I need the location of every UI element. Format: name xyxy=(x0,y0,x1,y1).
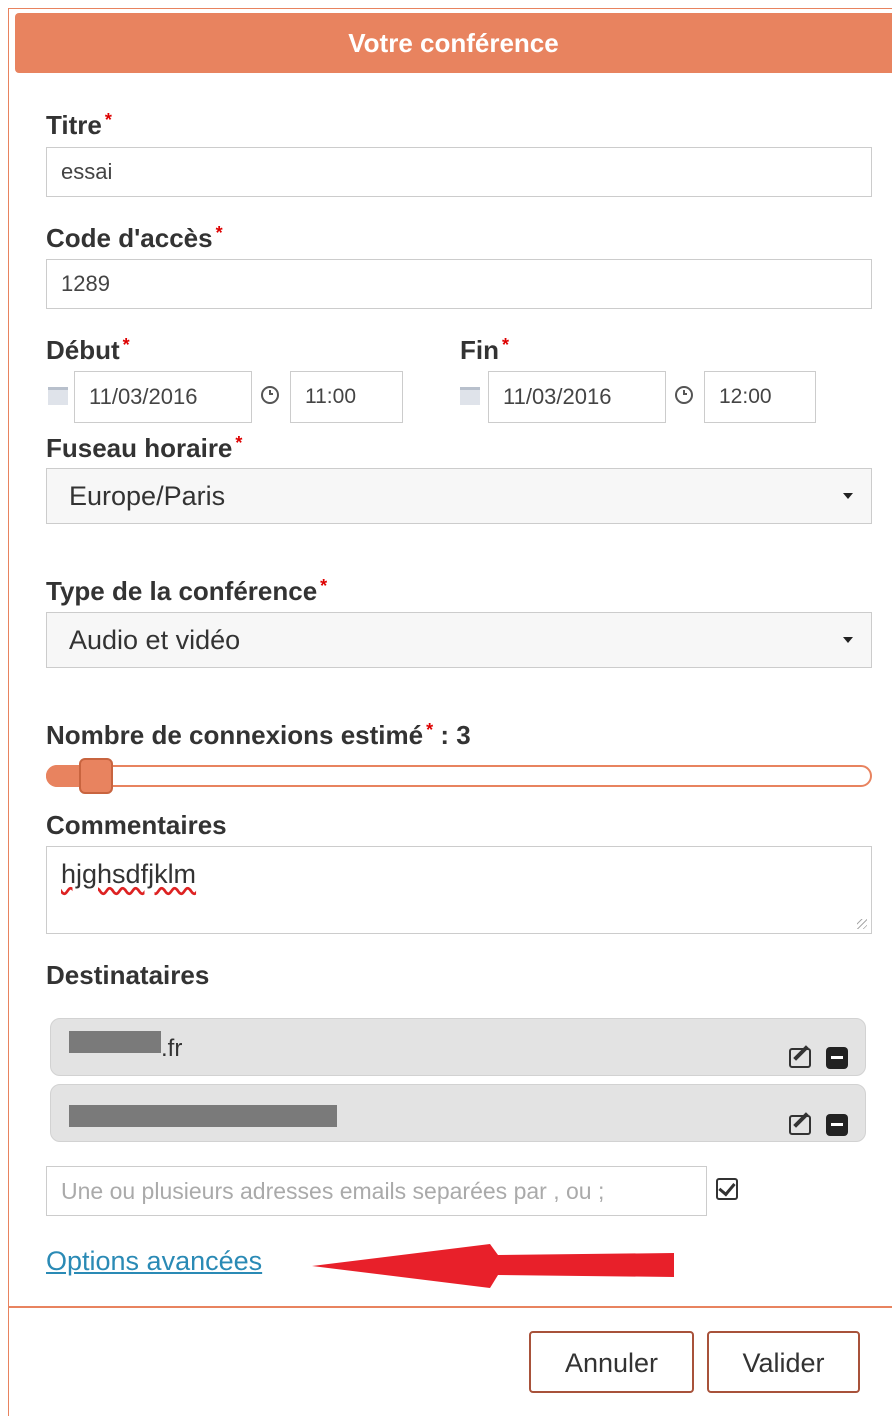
email-placeholder: Une ou plusieurs adresses emails separée… xyxy=(61,1177,605,1204)
check-square-icon[interactable] xyxy=(716,1178,738,1200)
fuseau-select[interactable]: Europe/Paris xyxy=(46,468,872,524)
commentaires-textarea[interactable]: hjghsdfjklm xyxy=(46,846,872,934)
validate-button[interactable]: Valider xyxy=(707,1331,860,1393)
required-asterisk: * xyxy=(122,335,130,355)
code-value: 1289 xyxy=(61,271,110,296)
type-value: Audio et vidéo xyxy=(69,624,241,655)
fin-label: Fin * xyxy=(460,335,509,366)
resize-grip-icon[interactable] xyxy=(857,919,867,929)
connexions-label-text: Nombre de connexions estimé xyxy=(46,720,424,750)
required-asterisk: * xyxy=(104,110,112,130)
debut-time-input[interactable]: 11:00 xyxy=(290,371,403,423)
calendar-icon[interactable] xyxy=(48,387,68,405)
edit-icon[interactable] xyxy=(789,1115,811,1135)
clock-icon[interactable] xyxy=(261,386,279,404)
commentaires-label: Commentaires xyxy=(46,810,227,840)
recipient-email: .fr xyxy=(161,1035,183,1062)
debut-time-value: 11:00 xyxy=(305,385,356,408)
titre-label: Titre * xyxy=(46,110,112,141)
email-input[interactable]: Une ou plusieurs adresses emails separée… xyxy=(46,1166,707,1216)
commentaires-value: hjghsdfjklm xyxy=(61,859,197,889)
titre-input[interactable]: essai xyxy=(46,147,872,197)
fin-time-input[interactable]: 12:00 xyxy=(704,371,816,423)
edit-icon[interactable] xyxy=(789,1048,811,1068)
code-input[interactable]: 1289 xyxy=(46,259,872,309)
redacted-block xyxy=(69,1105,337,1127)
cancel-button[interactable]: Annuler xyxy=(529,1331,694,1393)
code-label-text: Code d'accès xyxy=(46,223,213,253)
debut-date-value: 11/03/2016 xyxy=(89,384,198,409)
required-asterisk: * xyxy=(215,223,223,243)
debut-label: Début * xyxy=(46,335,130,366)
debut-date-input[interactable]: 11/03/2016 xyxy=(74,371,252,423)
fin-date-value: 11/03/2016 xyxy=(503,384,612,409)
minus-square-icon[interactable] xyxy=(826,1047,848,1069)
minus-square-icon[interactable] xyxy=(826,1114,848,1136)
code-label: Code d'accès * xyxy=(46,223,223,254)
clock-icon[interactable] xyxy=(675,386,693,404)
connexions-slider-track[interactable] xyxy=(46,765,872,787)
fin-date-input[interactable]: 11/03/2016 xyxy=(488,371,666,423)
titre-value: essai xyxy=(61,159,113,184)
calendar-icon[interactable] xyxy=(460,387,480,405)
type-label-text: Type de la conférence xyxy=(46,576,318,606)
required-asterisk: * xyxy=(235,433,243,453)
recipient-item xyxy=(50,1084,866,1142)
footer-divider xyxy=(8,1306,892,1308)
destinataires-label: Destinataires xyxy=(46,960,210,990)
fuseau-label-text: Fuseau horaire xyxy=(46,433,233,463)
required-asterisk: * xyxy=(320,576,328,596)
fin-label-text: Fin xyxy=(460,335,499,365)
required-asterisk: * xyxy=(502,335,510,355)
titre-label-text: Titre xyxy=(46,110,102,140)
chevron-down-icon xyxy=(843,637,853,643)
connexions-value: : 3 xyxy=(433,720,471,750)
debut-label-text: Début xyxy=(46,335,120,365)
type-select[interactable]: Audio et vidéo xyxy=(46,612,872,668)
redacted-block xyxy=(69,1031,161,1053)
type-label: Type de la conférence * xyxy=(46,576,327,607)
red-arrow-annotation xyxy=(312,1244,674,1288)
connexions-slider-handle[interactable] xyxy=(78,758,113,794)
fuseau-label: Fuseau horaire * xyxy=(46,433,242,464)
recipient-item: .fr xyxy=(50,1018,866,1076)
fin-time-value: 12:00 xyxy=(719,385,772,408)
fuseau-value: Europe/Paris xyxy=(69,480,226,511)
connexions-label: Nombre de connexions estimé * : 3 xyxy=(46,720,471,751)
advanced-options-link[interactable]: Options avancées xyxy=(46,1246,262,1277)
dialog-title: Votre conférence xyxy=(15,13,892,73)
chevron-down-icon xyxy=(843,493,853,499)
